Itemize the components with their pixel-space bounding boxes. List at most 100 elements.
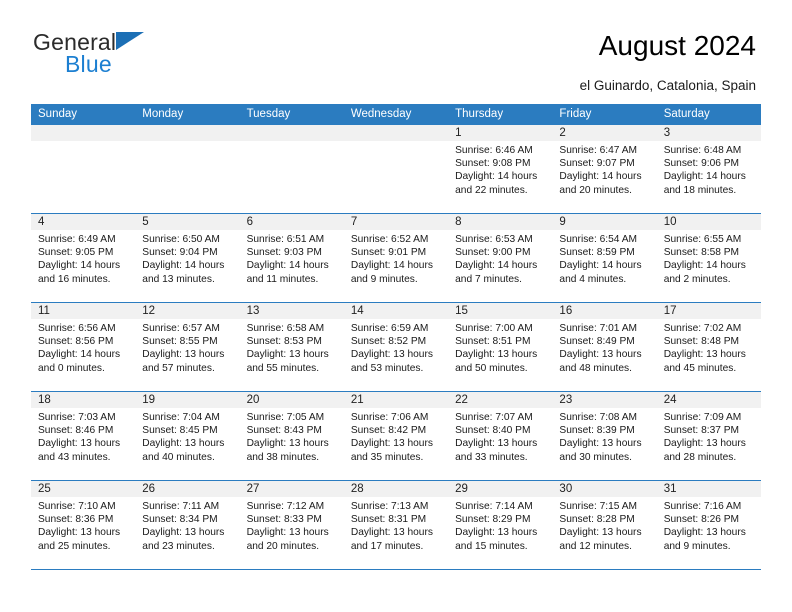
calendar-day-cell[interactable]: 2 Sunrise: 6:47 AM Sunset: 9:07 PM Daylight… [552, 125, 657, 213]
day-details: Sunrise: 6:53 AM Sunset: 9:00 PM Daylight:… [448, 230, 552, 286]
calendar-day-cell[interactable]: 28 Sunrise: 7:13 AM Sunset: 8:31 PM Dayligh… [343, 481, 449, 569]
day-number-band: 26 [135, 481, 240, 497]
calendar-day-cell[interactable]: 7 Sunrise: 6:52 AM Sunset: 9:01 PM Daylight… [343, 214, 449, 302]
day-number: 2 [559, 127, 566, 139]
calendar-day-cell[interactable]: 1 Sunrise: 6:46 AM Sunset: 9:08 PM Daylight… [448, 125, 553, 213]
sunset-text: Sunset: 9:05 PM [38, 247, 114, 259]
calendar-day-cell[interactable]: 27 Sunrise: 7:12 AM Sunset: 8:33 PM Dayligh… [239, 481, 344, 569]
calendar-day-cell[interactable]: 25 Sunrise: 7:10 AM Sunset: 8:36 PM Dayligh… [31, 481, 136, 569]
calendar-day-cell[interactable]: 24 Sunrise: 7:09 AM Sunset: 8:37 PM Dayligh… [656, 392, 761, 480]
day-number-band: 1 [448, 125, 553, 141]
sunset-text: Sunset: 8:53 PM [246, 336, 322, 348]
calendar-day-cell[interactable]: 12 Sunrise: 6:57 AM Sunset: 8:55 PM Dayligh… [135, 303, 240, 391]
daylight-text-line1: Daylight: 14 hours [559, 171, 642, 183]
calendar-day-cell[interactable]: 11 Sunrise: 6:56 AM Sunset: 8:56 PM Dayligh… [31, 303, 136, 391]
calendar-day-cell[interactable]: 4 Sunrise: 6:49 AM Sunset: 9:05 PM Daylight… [31, 214, 136, 302]
weekday-header-monday: Monday [142, 108, 184, 120]
day-number-band: 10 [656, 214, 761, 230]
day-number: 4 [38, 216, 45, 228]
calendar-day-cell[interactable]: 10 Sunrise: 6:55 AM Sunset: 8:58 PM Dayligh… [656, 214, 761, 302]
calendar-day-cell[interactable]: 15 Sunrise: 7:00 AM Sunset: 8:51 PM Dayligh… [448, 303, 553, 391]
day-details: Sunrise: 6:56 AM Sunset: 8:56 PM Daylight:… [31, 319, 135, 375]
calendar-day-cell[interactable]: 8 Sunrise: 6:53 AM Sunset: 9:00 PM Daylight… [448, 214, 553, 302]
calendar-day-cell[interactable]: 18 Sunrise: 7:03 AM Sunset: 8:46 PM Dayligh… [31, 392, 136, 480]
daylight-text-line2: and 23 minutes. [142, 540, 215, 552]
day-number-band [239, 125, 344, 141]
daylight-text-line2: and 50 minutes. [455, 362, 528, 374]
day-details: Sunrise: 6:46 AM Sunset: 9:08 PM Daylight:… [448, 141, 552, 197]
daylight-text-line2: and 2 minutes. [663, 273, 731, 285]
calendar-day-cell[interactable]: 13 Sunrise: 6:58 AM Sunset: 8:53 PM Dayligh… [239, 303, 344, 391]
calendar-day-cell[interactable]: 16 Sunrise: 7:01 AM Sunset: 8:49 PM Dayligh… [552, 303, 657, 391]
sunrise-text: Sunrise: 7:06 AM [350, 412, 429, 423]
daylight-text-line2: and 40 minutes. [142, 451, 215, 463]
day-details: Sunrise: 7:08 AM Sunset: 8:39 PM Daylight:… [552, 408, 656, 464]
calendar-day-cell[interactable]: 22 Sunrise: 7:07 AM Sunset: 8:40 PM Dayligh… [448, 392, 553, 480]
calendar-day-cell[interactable]: 3 Sunrise: 6:48 AM Sunset: 9:06 PM Daylight… [656, 125, 761, 213]
day-details: Sunrise: 7:05 AM Sunset: 8:43 PM Daylight:… [240, 408, 344, 464]
day-number-band: 4 [31, 214, 136, 230]
day-details: Sunrise: 7:15 AM Sunset: 8:28 PM Daylight:… [552, 497, 656, 553]
calendar-day-cell[interactable]: 17 Sunrise: 7:02 AM Sunset: 8:48 PM Dayligh… [656, 303, 761, 391]
day-number: 11 [38, 305, 50, 317]
daylight-text-line1: Daylight: 13 hours [663, 527, 746, 539]
daylight-text-line1: Daylight: 14 hours [663, 171, 746, 183]
sunrise-text: Sunrise: 7:11 AM [142, 501, 220, 512]
day-number: 30 [559, 483, 573, 495]
calendar-week-row: 1 Sunrise: 6:46 AM Sunset: 9:08 PM Daylight… [31, 125, 761, 214]
calendar-day-cell[interactable]: 5 Sunrise: 6:50 AM Sunset: 9:04 PM Daylight… [135, 214, 240, 302]
day-number: 13 [246, 305, 260, 317]
daylight-text-line2: and 43 minutes. [38, 451, 111, 463]
sunset-text: Sunset: 8:58 PM [663, 247, 740, 259]
calendar-day-cell[interactable]: 20 Sunrise: 7:05 AM Sunset: 8:43 PM Dayligh… [239, 392, 344, 480]
daylight-text-line1: Daylight: 14 hours [663, 260, 746, 272]
day-number: 14 [350, 305, 364, 317]
sunrise-text: Sunrise: 7:01 AM [559, 323, 638, 334]
day-number: 29 [455, 483, 468, 495]
daylight-text-line1: Daylight: 13 hours [455, 349, 538, 361]
calendar-day-cell[interactable]: 21 Sunrise: 7:06 AM Sunset: 8:42 PM Dayligh… [343, 392, 449, 480]
calendar-day-cell[interactable]: 23 Sunrise: 7:08 AM Sunset: 8:39 PM Dayligh… [552, 392, 657, 480]
sunset-text: Sunset: 8:46 PM [38, 425, 114, 437]
page-title: August 2024 [598, 30, 756, 61]
daylight-text-line1: Daylight: 13 hours [559, 349, 642, 361]
calendar-day-cell[interactable]: 19 Sunrise: 7:04 AM Sunset: 8:45 PM Dayligh… [135, 392, 240, 480]
calendar-day-cell[interactable]: 26 Sunrise: 7:11 AM Sunset: 8:34 PM Dayligh… [135, 481, 240, 569]
day-details: Sunrise: 6:52 AM Sunset: 9:01 PM Daylight:… [344, 230, 448, 286]
day-details: Sunrise: 7:07 AM Sunset: 8:40 PM Daylight:… [448, 408, 552, 464]
daylight-text-line2: and 18 minutes. [663, 184, 737, 196]
daylight-text-line2: and 16 minutes. [38, 273, 111, 285]
sunset-text: Sunset: 8:31 PM [350, 514, 427, 526]
sunrise-text: Sunrise: 6:59 AM [350, 323, 429, 334]
calendar-day-cell[interactable]: 30 Sunrise: 7:15 AM Sunset: 8:28 PM Dayligh… [552, 481, 657, 569]
calendar-day-cell[interactable]: 9 Sunrise: 6:54 AM Sunset: 8:59 PM Daylight… [552, 214, 657, 302]
day-number: 26 [142, 483, 156, 495]
day-number-band: 22 [448, 392, 553, 408]
day-number-band: 15 [448, 303, 553, 319]
calendar-day-cell[interactable]: 29 Sunrise: 7:14 AM Sunset: 8:29 PM Dayligh… [448, 481, 553, 569]
day-number-band: 11 [31, 303, 136, 319]
weekday-header-saturday: Saturday [663, 108, 710, 120]
daylight-text-line2: and 30 minutes. [559, 451, 632, 463]
day-details: Sunrise: 7:10 AM Sunset: 8:36 PM Daylight:… [31, 497, 135, 553]
day-details: Sunrise: 7:02 AM Sunset: 8:48 PM Daylight:… [657, 319, 761, 375]
daylight-text-line1: Daylight: 13 hours [455, 527, 538, 539]
day-details: Sunrise: 6:47 AM Sunset: 9:07 PM Daylight:… [552, 141, 656, 197]
day-details: Sunrise: 7:04 AM Sunset: 8:45 PM Daylight:… [135, 408, 239, 464]
calendar-day-cell-empty [31, 125, 136, 213]
day-details: Sunrise: 6:49 AM Sunset: 9:05 PM Daylight:… [31, 230, 135, 286]
calendar-day-cell[interactable]: 31 Sunrise: 7:16 AM Sunset: 8:26 PM Dayligh… [656, 481, 761, 569]
day-details: Sunrise: 6:51 AM Sunset: 9:03 PM Daylight:… [240, 230, 344, 286]
calendar-day-cell-empty [343, 125, 449, 213]
daylight-text-line1: Daylight: 14 hours [38, 349, 121, 361]
calendar-week-row: 18 Sunrise: 7:03 AM Sunset: 8:46 PM Dayligh… [31, 392, 761, 481]
day-number: 27 [246, 483, 260, 495]
daylight-text-line2: and 28 minutes. [663, 451, 737, 463]
calendar-day-cell[interactable]: 6 Sunrise: 6:51 AM Sunset: 9:03 PM Daylight… [239, 214, 344, 302]
daylight-text-line1: Daylight: 13 hours [38, 438, 121, 450]
daylight-text-line1: Daylight: 13 hours [455, 438, 538, 450]
daylight-text-line1: Daylight: 14 hours [350, 260, 433, 272]
calendar-day-cell[interactable]: 14 Sunrise: 6:59 AM Sunset: 8:52 PM Dayligh… [343, 303, 449, 391]
location-subtitle: el Guinardo, Catalonia, Spain [579, 78, 756, 93]
sunset-text: Sunset: 9:06 PM [663, 158, 740, 170]
